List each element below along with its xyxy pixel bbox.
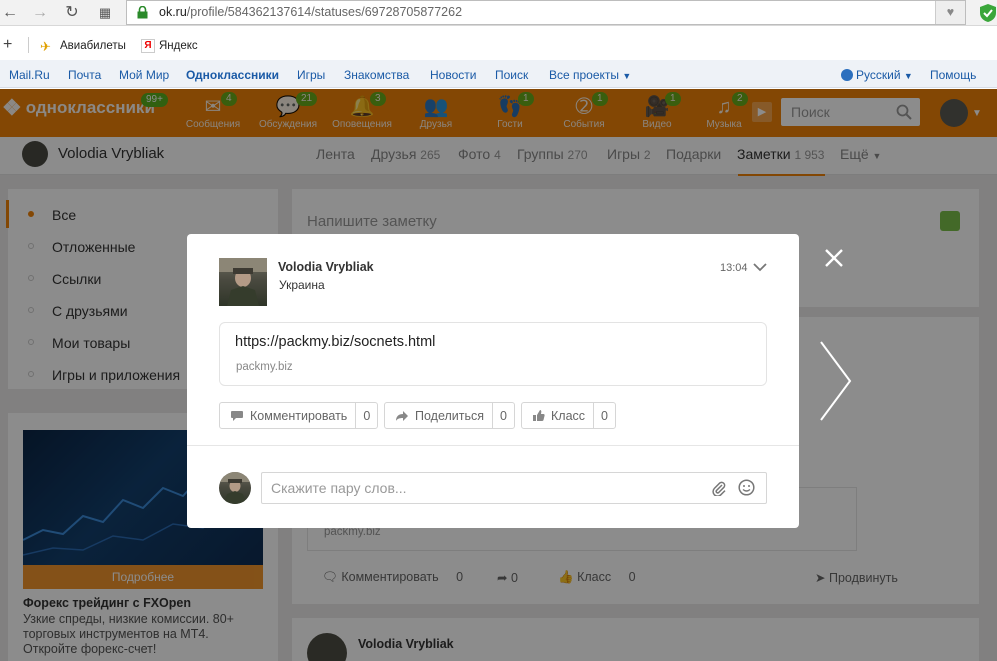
yandex-icon: Я: [141, 39, 155, 53]
portal-link-news[interactable]: Новости: [430, 68, 476, 82]
address-bar[interactable]: ok.ru/profile/584362137614/statuses/6972…: [126, 0, 966, 25]
portal-link-help[interactable]: Помощь: [930, 68, 976, 82]
portal-link-search[interactable]: Поиск: [495, 68, 528, 82]
portal-link-mymir[interactable]: Мой Мир: [119, 68, 169, 82]
avatar-photo: [219, 258, 267, 306]
thumbs-up-icon: [533, 410, 545, 421]
all-projects-label: Все проекты: [549, 68, 620, 82]
divider: [187, 445, 799, 446]
portal-link-all-projects[interactable]: Все проекты ▼: [549, 68, 631, 82]
like-button[interactable]: Класс 0: [521, 402, 616, 429]
avatar-photo: [219, 472, 251, 504]
smiley-icon[interactable]: [738, 479, 755, 496]
portal-link-mailru[interactable]: Mail.Ru: [9, 68, 50, 82]
url-host: ok.ru: [159, 5, 187, 19]
bookmark-heart-icon[interactable]: ♥: [935, 1, 965, 24]
url-path: /profile/584362137614/statuses/697287058…: [186, 5, 463, 19]
portal-link-mail[interactable]: Почта: [68, 68, 101, 82]
author-location: Украина: [279, 278, 325, 292]
forward-icon[interactable]: →: [30, 3, 50, 23]
link-preview[interactable]: [219, 322, 767, 386]
comment-input[interactable]: Скажите пару слов...: [261, 472, 767, 504]
comment-button[interactable]: Комментировать 0: [219, 402, 379, 429]
reload-icon[interactable]: ↻: [62, 3, 82, 23]
button-label: Комментировать: [250, 408, 348, 423]
like-count: 0: [601, 408, 608, 423]
comment-placeholder: Скажите пару слов...: [271, 480, 407, 496]
bookmark-aviatickets[interactable]: ✈ Авиабилеты: [40, 39, 126, 54]
apps-grid-icon[interactable]: ▦: [95, 3, 115, 23]
globe-icon: [841, 69, 853, 81]
bookmark-label: Авиабилеты: [60, 40, 126, 52]
language-label: Русский: [856, 68, 901, 82]
close-icon[interactable]: [822, 246, 846, 270]
bookmarks-bar: + ✈ Авиабилеты Я Яндекс: [0, 30, 997, 60]
comment-count: 0: [363, 408, 371, 423]
divider: [28, 37, 29, 53]
current-user-avatar: [219, 472, 251, 504]
bookmark-label: Яндекс: [159, 40, 198, 52]
plane-icon: ✈: [40, 39, 51, 54]
note-modal: Volodia Vrybliak Украина 13:04 https://p…: [187, 234, 799, 528]
portal-link-games[interactable]: Игры: [297, 68, 325, 82]
paperclip-icon[interactable]: [711, 480, 727, 496]
bookmark-yandex[interactable]: Я Яндекс: [141, 39, 198, 53]
chevron-down-icon[interactable]: [753, 262, 767, 272]
caret-down-icon: ▼: [903, 71, 913, 81]
share-icon: [396, 410, 408, 421]
link-host: packmy.biz: [236, 361, 293, 373]
security-shield-icon[interactable]: [979, 3, 997, 23]
add-bookmark-icon[interactable]: +: [3, 36, 12, 54]
browser-toolbar: ← → ↻ ▦ ok.ru/profile/584362137614/statu…: [0, 0, 997, 26]
author-avatar[interactable]: [219, 258, 267, 306]
comment-icon: [231, 410, 243, 421]
post-time: 13:04: [720, 262, 748, 274]
portal-nav: Mail.Ru Почта Мой Мир Одноклассники Игры…: [0, 60, 997, 88]
portal-link-ok[interactable]: Одноклассники: [186, 68, 279, 82]
back-icon[interactable]: ←: [0, 3, 20, 23]
caret-down-icon: ▼: [622, 71, 632, 81]
language-select[interactable]: Русский ▼: [841, 68, 913, 82]
share-button[interactable]: Поделиться 0: [384, 402, 515, 429]
modal-backdrop-top: [0, 89, 997, 137]
button-label: Поделиться: [415, 408, 485, 423]
button-label: Класс: [551, 408, 586, 423]
share-count: 0: [500, 408, 507, 423]
lock-icon: [137, 6, 148, 19]
author-name[interactable]: Volodia Vrybliak: [278, 260, 374, 274]
portal-link-dating[interactable]: Знакомства: [344, 68, 409, 82]
link-url[interactable]: https://packmy.biz/socnets.html: [235, 334, 435, 350]
chevron-right-icon[interactable]: [818, 340, 854, 422]
